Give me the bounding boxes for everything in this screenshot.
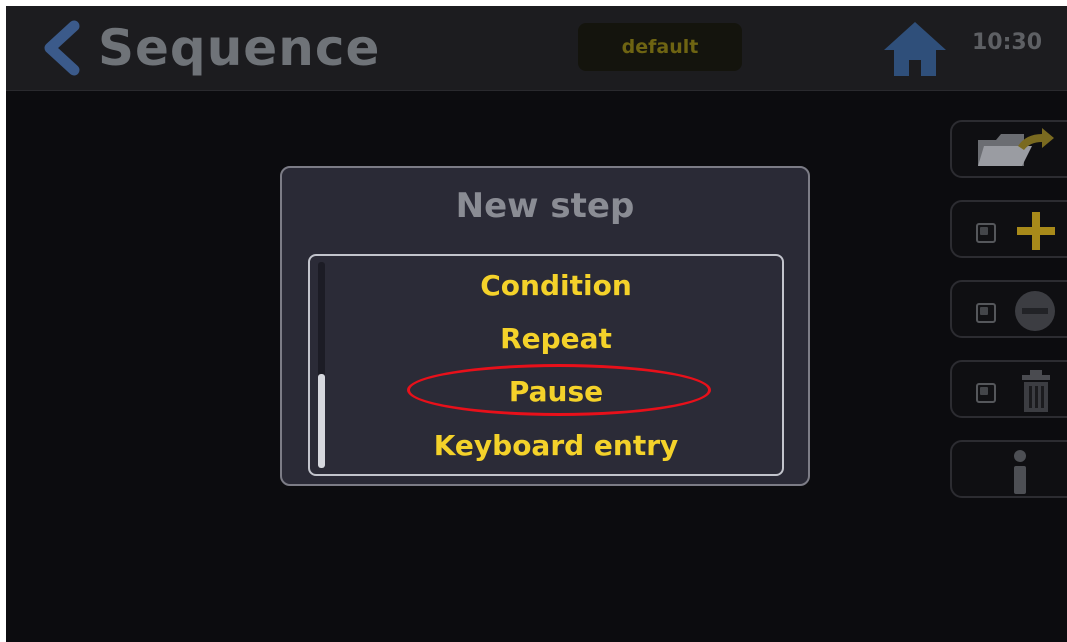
back-button[interactable] [36,20,88,76]
info-icon [1014,450,1026,494]
clock: 10:30 [972,30,1043,55]
home-icon [884,22,946,76]
remove-step-button[interactable] [950,280,1067,338]
screen: Sequence default 10:30 New step Conditio… [6,6,1067,642]
page-title: Sequence [98,19,381,77]
list-item-condition[interactable]: Condition [328,260,784,312]
trash-icon [1022,370,1050,412]
info-button[interactable] [950,440,1067,498]
scrollbar-thumb[interactable] [318,374,325,468]
checkbox-delete[interactable] [976,383,996,403]
home-button[interactable] [882,18,948,78]
profile-button[interactable]: default [578,23,742,71]
new-step-dialog: New step Condition Repeat Pause Keyboard… [280,166,810,486]
list-item-pause[interactable]: Pause [328,366,784,418]
scrollbar[interactable] [318,262,325,468]
chevron-left-icon [44,20,80,76]
list-item-keyboard-entry[interactable]: Keyboard entry [328,420,784,472]
folder-export-icon [978,128,1054,166]
step-type-list[interactable]: Condition Repeat Pause Keyboard entry [308,254,784,476]
dialog-title: New step [455,186,635,226]
plus-icon [1017,212,1055,250]
checkbox-add[interactable] [976,223,996,243]
add-step-button[interactable] [950,200,1067,258]
minus-circle-icon [1015,291,1055,331]
open-folder-button[interactable] [950,120,1067,178]
checkbox-remove[interactable] [976,303,996,323]
list-item-repeat[interactable]: Repeat [328,313,784,365]
delete-step-button[interactable] [950,360,1067,418]
header-bar: Sequence default 10:30 [6,6,1067,91]
